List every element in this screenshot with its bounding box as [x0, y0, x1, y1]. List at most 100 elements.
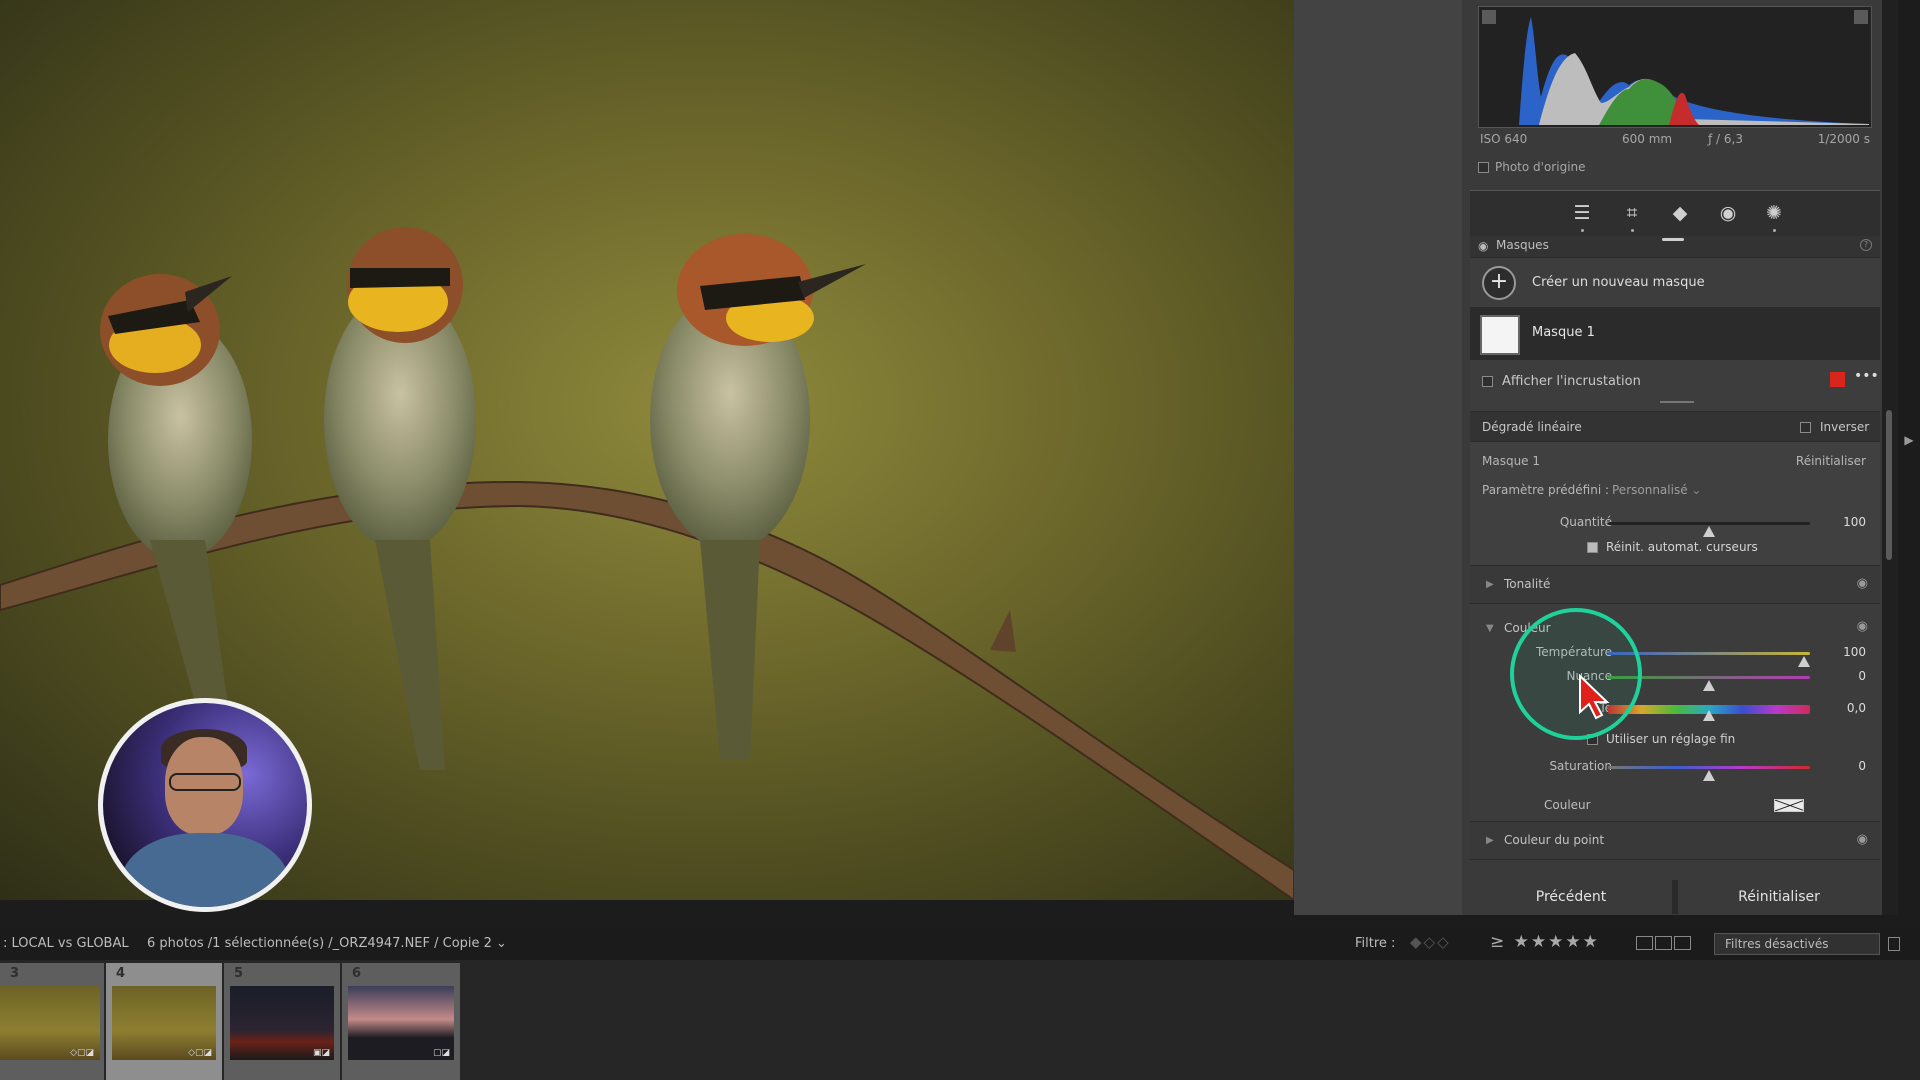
filmstrip-cell[interactable]: 4 ◇▢◪ [106, 963, 222, 1080]
flag-filter-icon[interactable]: ◆◇◇ [1410, 933, 1451, 951]
exif-focal: 600 mm [1622, 132, 1673, 146]
color-picker-label: Couleur [1544, 798, 1591, 812]
tone-section-header[interactable]: ▶ Tonalité ◉ [1470, 566, 1880, 604]
reset-link[interactable]: Réinitialiser [1796, 454, 1866, 468]
eye-icon[interactable]: ◉ [1857, 832, 1868, 847]
tint-value[interactable]: 0 [1858, 669, 1866, 683]
thumbnail-number: 4 [116, 966, 126, 981]
saturation-slider[interactable]: Saturation 0 [1470, 756, 1880, 781]
lock-icon[interactable] [1888, 937, 1900, 951]
exif-aperture: ƒ / 6,3 [1708, 132, 1743, 146]
tone-label[interactable]: Tonalité [1504, 577, 1550, 591]
webcam-overlay [98, 698, 312, 912]
view-toggle-icons[interactable] [1636, 936, 1694, 952]
eye-icon[interactable]: ◉ [1478, 239, 1488, 253]
sliders-icon[interactable]: ☰ [1570, 201, 1594, 225]
plus-icon[interactable]: + [1482, 266, 1516, 300]
view-icon[interactable] [1636, 936, 1653, 950]
thumbnail-number: 3 [10, 966, 20, 981]
tint-knob[interactable] [1703, 680, 1715, 691]
auto-reset-label[interactable]: Réinit. automat. curseurs [1606, 540, 1758, 554]
create-mask-label[interactable]: Créer un nouveau masque [1532, 275, 1705, 290]
previous-button[interactable]: Précédent [1470, 880, 1672, 914]
amount-slider[interactable]: Quantité 100 [1470, 512, 1880, 537]
preset-label: Paramètre prédéfini : [1482, 483, 1610, 497]
overlay-label[interactable]: Afficher l'incrustation [1502, 374, 1641, 389]
badge-icons: ◇▢◪ [70, 1048, 94, 1058]
collapse-triangle-icon[interactable]: ▼ [1486, 623, 1494, 634]
expand-triangle-icon[interactable]: ▶ [1486, 835, 1494, 846]
panel-collapse-arrow[interactable]: ▶ [1898, 0, 1920, 915]
tool-dot [1773, 229, 1776, 232]
webcam-glasses [169, 773, 241, 791]
canvas-background [1294, 0, 1462, 915]
masks-panel-header: ◉ Masques ? [1470, 236, 1880, 258]
mask-settings: Masque 1 Réinitialiser Paramètre prédéfi… [1470, 442, 1880, 566]
view-icon[interactable] [1674, 936, 1691, 950]
histogram [1478, 6, 1872, 128]
preset-dropdown[interactable]: Personnalisé [1612, 483, 1701, 497]
expand-triangle-icon[interactable]: ▶ [1486, 579, 1494, 590]
saturation-label: Saturation [1549, 759, 1612, 773]
create-mask-row[interactable]: + Créer un nouveau masque [1470, 258, 1880, 308]
point-color-section-header[interactable]: ▶ Couleur du point ◉ [1470, 822, 1880, 860]
mask-list-item[interactable]: Masque 1 [1470, 308, 1880, 360]
mask-name[interactable]: Masque 1 [1532, 325, 1595, 340]
filmstrip-info[interactable]: 6 photos /1 sélectionnée(s) /_ORZ4947.NE… [147, 936, 507, 951]
invert-checkbox[interactable] [1800, 422, 1811, 433]
invert-label[interactable]: Inverser [1820, 420, 1869, 434]
tool-dot [1631, 229, 1634, 232]
exif-info: ISO 640 600 mm ƒ / 6,3 1/2000 s [1478, 132, 1872, 150]
eye-icon[interactable]: ◉ [1857, 576, 1868, 591]
more-icon[interactable]: ••• [1854, 368, 1879, 384]
color-picker-swatch[interactable] [1774, 799, 1804, 812]
help-icon[interactable]: ? [1860, 239, 1872, 251]
amount-knob[interactable] [1703, 526, 1715, 537]
badge-icons: ▢◪ [432, 1048, 450, 1058]
point-color-label[interactable]: Couleur du point [1504, 833, 1604, 847]
amount-value[interactable]: 100 [1843, 515, 1866, 529]
original-photo-checkbox[interactable] [1478, 161, 1489, 173]
original-photo-label: Photo d'origine [1495, 160, 1586, 174]
saturation-value[interactable]: 0 [1858, 759, 1866, 773]
hue-knob[interactable] [1703, 710, 1715, 721]
filmstrip-source[interactable]: : LOCAL vs GLOBAL [3, 936, 129, 951]
crop-icon[interactable]: ⌗ [1620, 201, 1644, 225]
webcam-shirt [121, 833, 289, 907]
badge-icons: ▣◪ [312, 1048, 330, 1058]
star-filter[interactable]: ≥ ★★★★★ [1490, 932, 1600, 952]
right-panel-scrollbar[interactable] [1882, 0, 1898, 915]
reset-button[interactable]: Réinitialiser [1678, 880, 1880, 914]
amount-track[interactable] [1608, 522, 1810, 537]
overlay-row: Afficher l'incrustation ••• [1470, 360, 1880, 412]
red-eye-icon[interactable]: ◉ [1716, 201, 1740, 225]
thumbnail-number: 5 [234, 966, 244, 981]
highlight-ring [1510, 608, 1642, 740]
eye-icon[interactable]: ◉ [1857, 619, 1868, 634]
original-photo-toggle[interactable]: Photo d'origine [1478, 160, 1586, 174]
saturation-knob[interactable] [1703, 770, 1715, 781]
rating-prefix[interactable]: ≥ [1490, 932, 1506, 952]
hue-value[interactable]: 0,0 [1847, 701, 1866, 715]
masks-title: Masques [1496, 238, 1549, 252]
tool-strip: ☰ ⌗ ◆ ◉ ✺ [1470, 190, 1880, 236]
auto-reset-checkbox[interactable] [1587, 542, 1598, 553]
panel-grip[interactable] [1660, 401, 1694, 403]
mask-thumbnail[interactable] [1480, 315, 1520, 355]
temperature-value[interactable]: 100 [1843, 645, 1866, 659]
scrollbar-thumb[interactable] [1886, 410, 1892, 560]
filmstrip-cell[interactable]: 6 ▢◪ [342, 963, 460, 1080]
filmstrip: 3 ◇▢◪ 4 ◇▢◪ 5 ▣◪ 6 ▢◪ [0, 960, 1920, 1080]
eraser-icon[interactable]: ◆ [1668, 201, 1692, 225]
view-icon[interactable] [1655, 936, 1672, 950]
filters-dropdown[interactable]: Filtres désactivés [1714, 933, 1880, 955]
saturation-track[interactable] [1608, 766, 1810, 781]
panel-grip[interactable] [1662, 238, 1684, 241]
overlay-color-swatch[interactable] [1830, 372, 1845, 387]
mask-icon[interactable]: ✺ [1762, 201, 1786, 225]
filmstrip-cell[interactable]: 5 ▣◪ [224, 963, 340, 1080]
filmstrip-cell[interactable]: 3 ◇▢◪ [0, 963, 104, 1080]
cursor-icon [1579, 674, 1610, 720]
star-icons[interactable]: ★★★★★ [1514, 932, 1600, 952]
overlay-checkbox[interactable] [1482, 376, 1493, 387]
